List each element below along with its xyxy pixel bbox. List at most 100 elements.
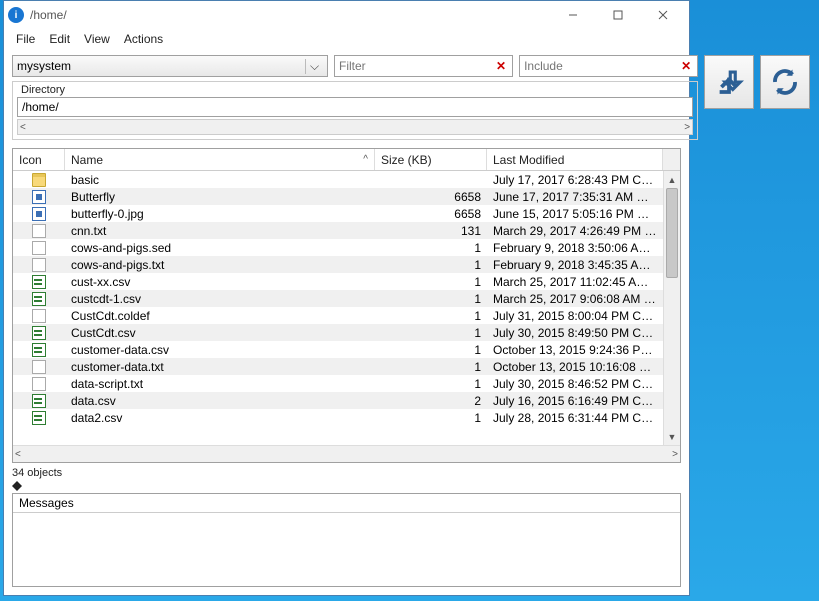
file-icon-cell: [13, 173, 65, 187]
column-icon[interactable]: Icon: [13, 149, 65, 170]
file-size-cell: 1: [375, 343, 487, 357]
toolbar: mysystem ⌵ ✕ ✕ Directory < >: [4, 49, 689, 142]
table-row[interactable]: data2.csv1July 28, 2015 6:31:44 PM CDT: [13, 409, 663, 426]
txt-icon: [32, 241, 46, 255]
maximize-button[interactable]: [595, 1, 640, 29]
column-modified[interactable]: Last Modified: [487, 149, 663, 170]
include-field[interactable]: ✕: [519, 55, 698, 77]
csv-icon: [32, 343, 46, 357]
up-arrow-icon: [714, 67, 744, 97]
close-icon: [658, 10, 668, 20]
file-size-cell: 131: [375, 224, 487, 238]
scroll-right-icon[interactable]: >: [684, 122, 690, 133]
file-modified-cell: March 29, 2017 4:26:49 PM CDT: [487, 224, 663, 238]
directory-scrollbar[interactable]: < >: [17, 119, 693, 135]
file-size-cell: 1: [375, 326, 487, 340]
splitter-down-icon: [12, 486, 22, 491]
column-size[interactable]: Size (KB): [375, 149, 487, 170]
file-browser-window: i /home/ File Edit View Actions mysystem…: [3, 0, 690, 596]
table-row[interactable]: butterfly-0.jpg6658June 15, 2017 5:05:16…: [13, 205, 663, 222]
refresh-icon: [770, 67, 800, 97]
table-row[interactable]: cust-xx.csv1March 25, 2017 11:02:45 AM C…: [13, 273, 663, 290]
csv-icon: [32, 411, 46, 425]
table-row[interactable]: customer-data.txt1October 13, 2015 10:16…: [13, 358, 663, 375]
file-name-cell: cows-and-pigs.txt: [65, 258, 375, 272]
minimize-button[interactable]: [550, 1, 595, 29]
scroll-right-icon[interactable]: >: [672, 449, 678, 460]
file-icon-cell: [13, 360, 65, 374]
file-modified-cell: October 13, 2015 9:24:36 PM CDT: [487, 343, 663, 357]
table-row[interactable]: data-script.txt1July 30, 2015 8:46:52 PM…: [13, 375, 663, 392]
file-name-cell: cnn.txt: [65, 224, 375, 238]
table-row[interactable]: custcdt-1.csv1March 25, 2017 9:06:08 AM …: [13, 290, 663, 307]
txt-icon: [32, 258, 46, 272]
table-row[interactable]: cnn.txt131March 29, 2017 4:26:49 PM CDT: [13, 222, 663, 239]
file-modified-cell: June 15, 2017 5:05:16 PM CDT: [487, 207, 663, 221]
file-size-cell: 1: [375, 360, 487, 374]
close-button[interactable]: [640, 1, 685, 29]
minimize-icon: [568, 10, 578, 20]
img-icon: [32, 190, 46, 204]
file-size-cell: 1: [375, 275, 487, 289]
filter-input[interactable]: [339, 59, 494, 73]
column-headers: Icon Name ^ Size (KB) Last Modified: [13, 149, 680, 171]
file-size-cell: 6658: [375, 207, 487, 221]
maximize-icon: [613, 10, 623, 20]
scroll-left-icon[interactable]: <: [15, 449, 21, 460]
scroll-up-icon[interactable]: ▲: [664, 171, 680, 188]
messages-header: Messages: [13, 494, 680, 513]
table-row[interactable]: CustCdt.csv1July 30, 2015 8:49:50 PM CDT: [13, 324, 663, 341]
up-directory-button[interactable]: [704, 55, 754, 109]
column-name[interactable]: Name ^: [65, 149, 375, 170]
filter-field[interactable]: ✕: [334, 55, 513, 77]
scroll-left-icon[interactable]: <: [20, 122, 26, 133]
column-name-label: Name: [71, 153, 103, 167]
csv-icon: [32, 394, 46, 408]
file-modified-cell: June 17, 2017 7:35:31 AM CDT: [487, 190, 663, 204]
menu-edit[interactable]: Edit: [43, 30, 76, 48]
file-size-cell: 1: [375, 258, 487, 272]
table-row[interactable]: customer-data.csv1October 13, 2015 9:24:…: [13, 341, 663, 358]
table-row[interactable]: data.csv2July 16, 2015 6:16:49 PM CDT: [13, 392, 663, 409]
clear-filter-icon[interactable]: ✕: [494, 59, 508, 73]
file-size-cell: 2: [375, 394, 487, 408]
refresh-button[interactable]: [760, 55, 810, 109]
folder-icon: [32, 173, 46, 187]
scroll-thumb[interactable]: [666, 188, 678, 278]
table-row[interactable]: cows-and-pigs.txt1February 9, 2018 3:45:…: [13, 256, 663, 273]
status-bar: 34 objects: [4, 465, 689, 481]
file-modified-cell: July 30, 2015 8:46:52 PM CDT: [487, 377, 663, 391]
txt-icon: [32, 377, 46, 391]
csv-icon: [32, 292, 46, 306]
file-icon-cell: [13, 343, 65, 357]
horizontal-scrollbar[interactable]: < >: [13, 445, 680, 462]
include-input[interactable]: [524, 59, 679, 73]
clear-include-icon[interactable]: ✕: [679, 59, 693, 73]
directory-input[interactable]: [17, 97, 693, 117]
vertical-scrollbar[interactable]: ▲ ▼: [663, 171, 680, 445]
directory-group: Directory < >: [12, 81, 698, 140]
scroll-track[interactable]: [664, 188, 680, 428]
header-scroll-spacer: [663, 149, 680, 170]
file-icon-cell: [13, 292, 65, 306]
file-icon-cell: [13, 207, 65, 221]
chevron-down-icon[interactable]: ⌵: [305, 59, 323, 74]
menu-actions[interactable]: Actions: [118, 30, 169, 48]
directory-label: Directory: [17, 84, 693, 96]
file-icon-cell: [13, 241, 65, 255]
file-size-cell: 6658: [375, 190, 487, 204]
file-icon-cell: [13, 377, 65, 391]
file-icon-cell: [13, 411, 65, 425]
table-row[interactable]: cows-and-pigs.sed1February 9, 2018 3:50:…: [13, 239, 663, 256]
window-controls: [550, 1, 685, 29]
table-row[interactable]: basicJuly 17, 2017 6:28:43 PM CDT: [13, 171, 663, 188]
menu-file[interactable]: File: [10, 30, 41, 48]
file-name-cell: customer-data.csv: [65, 343, 375, 357]
table-row[interactable]: Butterfly6658June 17, 2017 7:35:31 AM CD…: [13, 188, 663, 205]
splitter-handle[interactable]: [12, 481, 681, 491]
system-combobox[interactable]: mysystem ⌵: [12, 55, 328, 77]
menu-view[interactable]: View: [78, 30, 116, 48]
table-row[interactable]: CustCdt.coldef1July 31, 2015 8:00:04 PM …: [13, 307, 663, 324]
scroll-down-icon[interactable]: ▼: [664, 428, 680, 445]
file-name-cell: data2.csv: [65, 411, 375, 425]
